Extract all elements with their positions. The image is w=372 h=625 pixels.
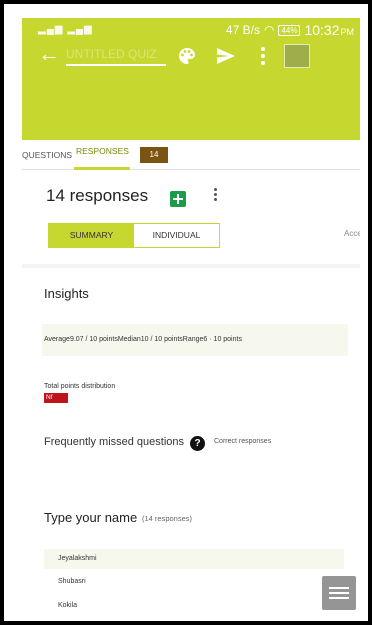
list-item: Kokila bbox=[58, 602, 78, 609]
palette-icon[interactable] bbox=[177, 46, 197, 66]
signal-icon: ▂▄▆ ▂▄▆ bbox=[38, 24, 93, 35]
accepting-responses-label[interactable]: Acce bbox=[344, 229, 360, 238]
app-screen: ▂▄▆ ▂▄▆ 47 B/s ◠ 44% 10:32PM ← UNTITLED … bbox=[22, 18, 360, 618]
section-divider bbox=[22, 264, 360, 268]
menu-fab-icon[interactable] bbox=[322, 576, 356, 610]
tab-bar: QUESTIONS RESPONSES 14 bbox=[22, 140, 360, 170]
question-response-count: (14 responses) bbox=[142, 514, 193, 523]
correct-responses-link[interactable]: Correct responses bbox=[214, 438, 271, 445]
status-bar: ▂▄▆ ▂▄▆ 47 B/s ◠ 44% 10:32PM bbox=[22, 22, 360, 40]
responses-count-badge: 14 bbox=[140, 147, 168, 163]
missed-questions-title: Frequently missed questions bbox=[44, 436, 185, 448]
responses-heading: 14 responses bbox=[46, 186, 149, 205]
device-frame: ▂▄▆ ▂▄▆ 47 B/s ◠ 44% 10:32PM ← UNTITLED … bbox=[0, 0, 372, 625]
tab-responses[interactable]: RESPONSES bbox=[76, 146, 129, 156]
form-title[interactable]: UNTITLED QUIZ bbox=[66, 46, 166, 66]
stats-summary: Average9.07 / 10 pointsMedian10 / 10 poi… bbox=[42, 324, 348, 356]
sheets-icon[interactable] bbox=[170, 191, 186, 207]
question-title: Type your name bbox=[44, 510, 138, 525]
help-icon[interactable]: ? bbox=[190, 436, 205, 451]
battery-icon: 44% bbox=[278, 24, 301, 36]
responses-menu-icon[interactable] bbox=[211, 186, 219, 210]
app-header: ▂▄▆ ▂▄▆ 47 B/s ◠ 44% 10:32PM ← UNTITLED … bbox=[22, 18, 360, 140]
back-arrow-icon[interactable]: ← bbox=[38, 42, 60, 66]
clock: 10:32PM bbox=[304, 22, 354, 38]
status-right: 47 B/s ◠ 44% 10:32PM bbox=[226, 22, 354, 38]
frame-inner: ▂▄▆ ▂▄▆ 47 B/s ◠ 44% 10:32PM ← UNTITLED … bbox=[4, 4, 368, 621]
list-item: Jeyalakshmi bbox=[44, 549, 344, 569]
tab-indicator bbox=[74, 167, 130, 170]
distribution-label: Total points distribution bbox=[44, 383, 116, 390]
nf-badge: Nf bbox=[44, 393, 68, 403]
view-toggle: SUMMARY INDIVIDUAL bbox=[48, 223, 220, 248]
avatar[interactable] bbox=[284, 44, 310, 68]
list-item: Shubasri bbox=[58, 578, 86, 585]
summary-button[interactable]: SUMMARY bbox=[49, 224, 134, 247]
more-options-icon[interactable] bbox=[260, 44, 266, 68]
individual-button[interactable]: INDIVIDUAL bbox=[134, 224, 219, 247]
send-icon[interactable] bbox=[216, 47, 236, 65]
tab-questions[interactable]: QUESTIONS bbox=[22, 150, 72, 160]
wifi-icon: ◠ bbox=[263, 23, 275, 37]
insights-title: Insights bbox=[44, 286, 89, 301]
toolbar: ← UNTITLED QUIZ bbox=[22, 40, 360, 72]
data-speed: 47 B/s bbox=[225, 23, 260, 37]
